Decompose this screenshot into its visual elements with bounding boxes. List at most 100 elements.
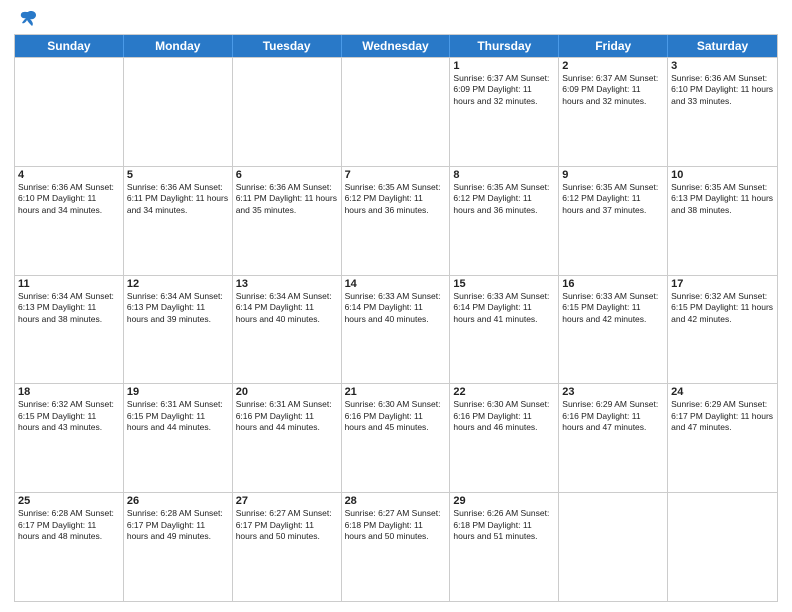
- calendar-cell: 19Sunrise: 6:31 AM Sunset: 6:15 PM Dayli…: [124, 384, 233, 492]
- day-info: Sunrise: 6:26 AM Sunset: 6:18 PM Dayligh…: [453, 508, 555, 542]
- calendar-row-0: 1Sunrise: 6:37 AM Sunset: 6:09 PM Daylig…: [15, 57, 777, 166]
- calendar-row-4: 25Sunrise: 6:28 AM Sunset: 6:17 PM Dayli…: [15, 492, 777, 601]
- day-info: Sunrise: 6:34 AM Sunset: 6:14 PM Dayligh…: [236, 291, 338, 325]
- calendar-cell: 22Sunrise: 6:30 AM Sunset: 6:16 PM Dayli…: [450, 384, 559, 492]
- calendar-cell: 9Sunrise: 6:35 AM Sunset: 6:12 PM Daylig…: [559, 167, 668, 275]
- calendar: SundayMondayTuesdayWednesdayThursdayFrid…: [14, 34, 778, 602]
- header: [14, 10, 778, 28]
- day-number: 7: [345, 169, 447, 181]
- calendar-cell: 10Sunrise: 6:35 AM Sunset: 6:13 PM Dayli…: [668, 167, 777, 275]
- calendar-row-2: 11 Sunrise: 6:34 AM Sunset: 6:13 PM Dayli…: [15, 275, 777, 384]
- day-info: Sunrise: 6:36 AM Sunset: 6:11 PM Dayligh…: [127, 182, 229, 216]
- day-info: Sunrise: 6:30 AM Sunset: 6:16 PM Dayligh…: [345, 399, 447, 433]
- day-number: 24: [671, 386, 774, 398]
- day-info: Sunrise: 6:36 AM Sunset: 6:11 PM Dayligh…: [236, 182, 338, 216]
- calendar-cell: 12Sunrise: 6:34 AM Sunset: 6:13 PM Dayli…: [124, 276, 233, 384]
- calendar-cell: 21Sunrise: 6:30 AM Sunset: 6:16 PM Dayli…: [342, 384, 451, 492]
- day-info: Sunrise: 6:30 AM Sunset: 6:16 PM Dayligh…: [453, 399, 555, 433]
- calendar-cell: 6Sunrise: 6:36 AM Sunset: 6:11 PM Daylig…: [233, 167, 342, 275]
- day-info: Sunrise: 6:27 AM Sunset: 6:17 PM Dayligh…: [236, 508, 338, 542]
- calendar-header-cell-thursday: Thursday: [450, 35, 559, 57]
- day-number: 21: [345, 386, 447, 398]
- calendar-cell: 1Sunrise: 6:37 AM Sunset: 6:09 PM Daylig…: [450, 58, 559, 166]
- calendar-cell: 11Sunrise: 6:34 AM Sunset: 6:13 PM Dayli…: [15, 276, 124, 384]
- day-number: 4: [18, 169, 120, 181]
- calendar-cell: [559, 493, 668, 601]
- day-number: 11: [18, 278, 120, 290]
- day-number: 22: [453, 386, 555, 398]
- calendar-header-cell-sunday: Sunday: [15, 35, 124, 57]
- day-info: Sunrise: 6:33 AM Sunset: 6:15 PM Dayligh…: [562, 291, 664, 325]
- day-info: Sunrise: 6:37 AM Sunset: 6:09 PM Dayligh…: [453, 73, 555, 107]
- calendar-cell: 13Sunrise: 6:34 AM Sunset: 6:14 PM Dayli…: [233, 276, 342, 384]
- logo: [14, 10, 38, 28]
- calendar-header-row: SundayMondayTuesdayWednesdayThursdayFrid…: [15, 35, 777, 57]
- calendar-cell: [15, 58, 124, 166]
- day-number: 18: [18, 386, 120, 398]
- calendar-cell: [668, 493, 777, 601]
- day-info: Sunrise: 6:28 AM Sunset: 6:17 PM Dayligh…: [18, 508, 120, 542]
- calendar-header-cell-tuesday: Tuesday: [233, 35, 342, 57]
- day-info: Sunrise: 6:36 AM Sunset: 6:10 PM Dayligh…: [671, 73, 774, 107]
- day-info: Sunrise: 6:29 AM Sunset: 6:17 PM Dayligh…: [671, 399, 774, 433]
- day-number: 19: [127, 386, 229, 398]
- day-number: 20: [236, 386, 338, 398]
- calendar-cell: 25Sunrise: 6:28 AM Sunset: 6:17 PM Dayli…: [15, 493, 124, 601]
- calendar-cell: [124, 58, 233, 166]
- calendar-cell: 20Sunrise: 6:31 AM Sunset: 6:16 PM Dayli…: [233, 384, 342, 492]
- day-number: 2: [562, 60, 664, 72]
- calendar-cell: 3Sunrise: 6:36 AM Sunset: 6:10 PM Daylig…: [668, 58, 777, 166]
- day-info: Sunrise: 6:29 AM Sunset: 6:16 PM Dayligh…: [562, 399, 664, 433]
- day-number: 28: [345, 495, 447, 507]
- calendar-cell: 29Sunrise: 6:26 AM Sunset: 6:18 PM Dayli…: [450, 493, 559, 601]
- page: SundayMondayTuesdayWednesdayThursdayFrid…: [0, 0, 792, 612]
- calendar-cell: 18Sunrise: 6:32 AM Sunset: 6:15 PM Dayli…: [15, 384, 124, 492]
- day-number: 23: [562, 386, 664, 398]
- calendar-cell: 24Sunrise: 6:29 AM Sunset: 6:17 PM Dayli…: [668, 384, 777, 492]
- day-number: 8: [453, 169, 555, 181]
- calendar-cell: [233, 58, 342, 166]
- calendar-cell: 4Sunrise: 6:36 AM Sunset: 6:10 PM Daylig…: [15, 167, 124, 275]
- calendar-cell: 23Sunrise: 6:29 AM Sunset: 6:16 PM Dayli…: [559, 384, 668, 492]
- day-info: Sunrise: 6:27 AM Sunset: 6:18 PM Dayligh…: [345, 508, 447, 542]
- day-number: 3: [671, 60, 774, 72]
- calendar-cell: 7Sunrise: 6:35 AM Sunset: 6:12 PM Daylig…: [342, 167, 451, 275]
- day-number: 25: [18, 495, 120, 507]
- calendar-cell: 14Sunrise: 6:33 AM Sunset: 6:14 PM Dayli…: [342, 276, 451, 384]
- calendar-cell: 15Sunrise: 6:33 AM Sunset: 6:14 PM Dayli…: [450, 276, 559, 384]
- calendar-body: 1Sunrise: 6:37 AM Sunset: 6:09 PM Daylig…: [15, 57, 777, 601]
- day-number: 5: [127, 169, 229, 181]
- calendar-cell: 2Sunrise: 6:37 AM Sunset: 6:09 PM Daylig…: [559, 58, 668, 166]
- day-info: Sunrise: 6:35 AM Sunset: 6:12 PM Dayligh…: [345, 182, 447, 216]
- calendar-cell: 5Sunrise: 6:36 AM Sunset: 6:11 PM Daylig…: [124, 167, 233, 275]
- day-info: Sunrise: 6:36 AM Sunset: 6:10 PM Dayligh…: [18, 182, 120, 216]
- day-number: 17: [671, 278, 774, 290]
- day-info: Sunrise: 6:35 AM Sunset: 6:13 PM Dayligh…: [671, 182, 774, 216]
- logo-bird-icon: [18, 10, 38, 28]
- calendar-cell: 16Sunrise: 6:33 AM Sunset: 6:15 PM Dayli…: [559, 276, 668, 384]
- calendar-header-cell-friday: Friday: [559, 35, 668, 57]
- day-number: 6: [236, 169, 338, 181]
- day-number: 27: [236, 495, 338, 507]
- day-number: 1: [453, 60, 555, 72]
- day-info: Sunrise: 6:33 AM Sunset: 6:14 PM Dayligh…: [453, 291, 555, 325]
- day-info: Sunrise: 6:31 AM Sunset: 6:16 PM Dayligh…: [236, 399, 338, 433]
- day-number: 14: [345, 278, 447, 290]
- calendar-cell: [342, 58, 451, 166]
- calendar-header-cell-monday: Monday: [124, 35, 233, 57]
- calendar-header-cell-saturday: Saturday: [668, 35, 777, 57]
- day-number: 16: [562, 278, 664, 290]
- day-number: 26: [127, 495, 229, 507]
- day-number: 15: [453, 278, 555, 290]
- day-info: Sunrise: 6:32 AM Sunset: 6:15 PM Dayligh…: [671, 291, 774, 325]
- calendar-header-cell-wednesday: Wednesday: [342, 35, 451, 57]
- day-info: Sunrise: 6:28 AM Sunset: 6:17 PM Dayligh…: [127, 508, 229, 542]
- day-number: 10: [671, 169, 774, 181]
- day-number: 29: [453, 495, 555, 507]
- day-info: Sunrise: 6:35 AM Sunset: 6:12 PM Dayligh…: [453, 182, 555, 216]
- calendar-cell: 26Sunrise: 6:28 AM Sunset: 6:17 PM Dayli…: [124, 493, 233, 601]
- calendar-cell: 28Sunrise: 6:27 AM Sunset: 6:18 PM Dayli…: [342, 493, 451, 601]
- day-info: Sunrise: 6:34 AM Sunset: 6:13 PM Dayligh…: [127, 291, 229, 325]
- day-number: 13: [236, 278, 338, 290]
- calendar-cell: 8Sunrise: 6:35 AM Sunset: 6:12 PM Daylig…: [450, 167, 559, 275]
